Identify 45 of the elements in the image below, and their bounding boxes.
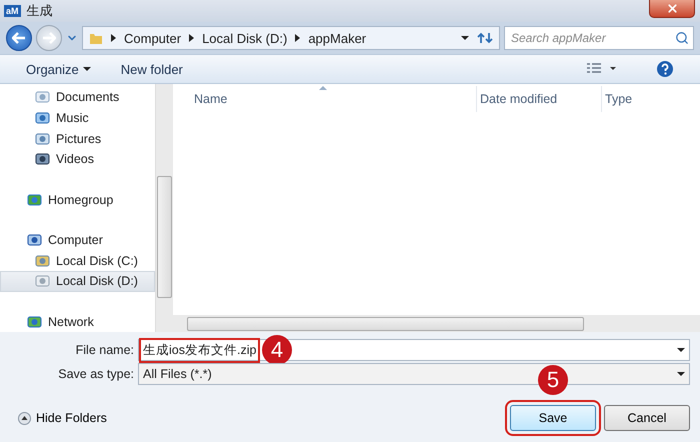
scroll-thumb[interactable] <box>157 176 172 298</box>
search-field[interactable]: Search appMaker <box>504 26 694 50</box>
breadcrumb[interactable]: Local Disk (D:) <box>202 30 288 46</box>
horizontal-scrollbar[interactable] <box>173 315 700 332</box>
breadcrumb[interactable]: Computer <box>124 30 182 46</box>
sidebar-item[interactable]: Computer <box>0 230 155 250</box>
app-icon: aM <box>4 5 21 17</box>
view-options-icon[interactable] <box>586 62 616 76</box>
scroll-thumb[interactable] <box>187 316 584 330</box>
cancel-button[interactable]: Cancel <box>604 405 690 431</box>
folder-icon <box>89 31 103 45</box>
column-header[interactable]: Date modified <box>476 86 601 112</box>
arrow-right-icon <box>42 32 56 44</box>
back-button[interactable] <box>6 25 32 51</box>
chevron-icon <box>111 34 116 42</box>
window-title: 生成 <box>26 2 53 20</box>
sidebar-item[interactable]: Documents <box>0 87 155 108</box>
sidebar-item[interactable]: Videos <box>0 149 155 170</box>
hide-folders-button[interactable]: Hide Folders <box>18 411 107 425</box>
chevron-icon <box>189 34 194 42</box>
new-folder-button[interactable]: New folder <box>120 62 183 76</box>
sort-arrow-icon <box>319 86 328 90</box>
sidebar-item[interactable]: Homegroup <box>0 189 155 210</box>
column-header[interactable]: Name <box>191 86 476 112</box>
breadcrumb[interactable]: appMaker <box>308 30 366 46</box>
address-bar[interactable]: Computer Local Disk (D:) appMaker <box>82 26 500 50</box>
sidebar-item[interactable]: Network <box>0 311 155 332</box>
sidebar-item[interactable]: Local Disk (C:) <box>0 250 155 272</box>
organize-button[interactable]: Organize <box>26 62 91 76</box>
arrow-left-icon <box>12 32 26 44</box>
sidebar-item[interactable]: Music <box>0 108 155 128</box>
sidebar-item[interactable]: Local Disk (D:) <box>0 271 155 292</box>
vertical-scrollbar[interactable] <box>155 84 173 332</box>
search-icon <box>675 31 689 45</box>
dropdown-icon[interactable] <box>461 36 469 40</box>
sidebar-item[interactable]: Pictures <box>0 128 155 150</box>
field-label: File name: <box>74 343 135 357</box>
collapse-icon <box>18 412 31 424</box>
field-label: Save as type: <box>57 367 135 381</box>
close-button[interactable] <box>649 0 695 18</box>
refresh-icon[interactable] <box>477 32 493 44</box>
column-header[interactable]: Type <box>601 86 700 112</box>
close-icon <box>666 2 678 15</box>
chevron-icon <box>295 34 300 42</box>
help-icon[interactable] <box>656 60 674 78</box>
